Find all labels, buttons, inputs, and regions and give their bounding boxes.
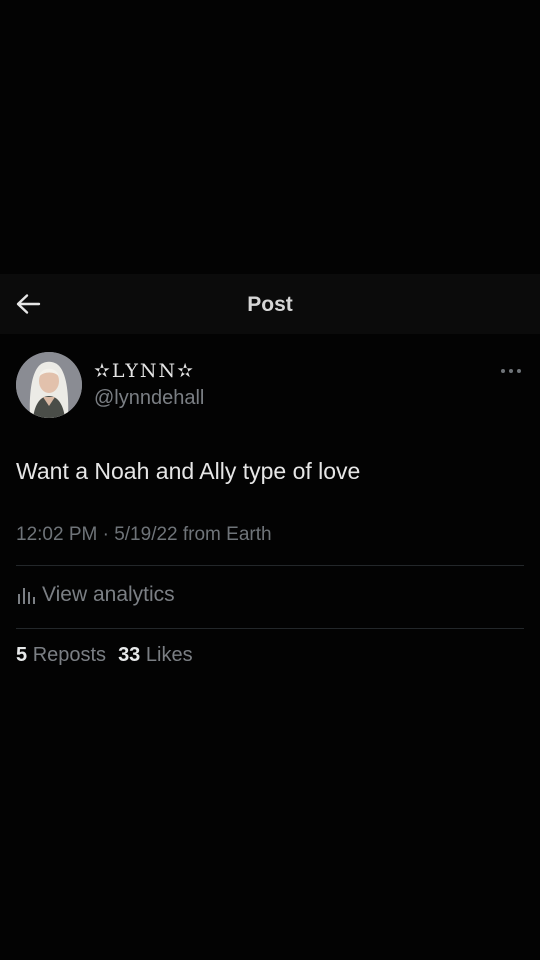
post-text: Want a Noah and Ally type of love	[16, 458, 361, 484]
more-horizontal-icon	[501, 369, 521, 373]
view-analytics-button[interactable]: View analytics	[16, 580, 175, 610]
more-options-button[interactable]	[497, 361, 525, 381]
bar-chart-icon	[18, 588, 35, 604]
engagement-stats: 5 Reposts 33 Likes	[16, 644, 193, 667]
view-analytics-label: View analytics	[42, 583, 175, 606]
display-name[interactable]: ✫LYNN✫	[94, 360, 195, 382]
reposts-label: Reposts	[32, 644, 107, 666]
arrow-left-icon	[16, 294, 41, 314]
likes-stat[interactable]: 33 Likes	[118, 644, 193, 667]
avatar[interactable]	[16, 352, 82, 418]
page-title: Post	[247, 293, 293, 316]
top-bar: Post	[0, 274, 540, 334]
back-button[interactable]	[12, 289, 44, 319]
likes-count: 33	[118, 644, 141, 666]
reposts-count: 5	[16, 644, 28, 666]
reposts-stat[interactable]: 5 Reposts	[16, 644, 106, 667]
likes-label: Likes	[145, 644, 193, 666]
divider	[16, 565, 524, 566]
divider	[16, 628, 524, 629]
post-timestamp: 12:02 PM · 5/19/22 from Earth	[16, 524, 272, 545]
profile-photo	[16, 352, 82, 418]
user-handle[interactable]: @lynndehall	[94, 387, 204, 410]
